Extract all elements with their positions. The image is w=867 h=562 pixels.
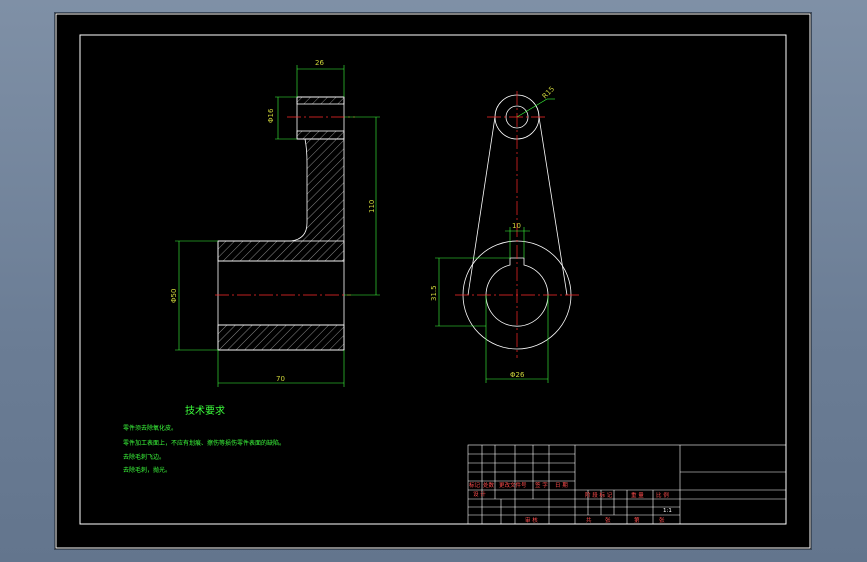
dim-hub-diameter: Φ50 [170,289,178,303]
title-block-label: 处数 [483,481,495,489]
tech-requirement-line: 去除毛刺，抛光。 [123,466,171,474]
title-block-stage: 阶 段 标 记 [585,491,613,499]
title-block-stage: 重 量 [631,491,644,499]
dim-top-diameter: Φ16 [267,108,275,123]
title-block-label: 日 期 [555,482,568,489]
title-block-sheets: 第 [634,516,640,524]
dim-bore: Φ26 [510,371,525,379]
title-block-label: 标记 [469,481,481,489]
title-block-design: 设 计 [473,490,486,498]
tech-requirement-line: 零件须去除氧化皮。 [123,424,177,432]
drawing-window[interactable]: 26 Φ16 110 Φ50 70 R15 10 31.5 Φ26 技术要求 零… [55,13,811,549]
title-block-review: 审 核 [525,516,538,524]
front-dimension-lines [435,98,555,383]
dim-key-depth: 31.5 [430,285,438,301]
title-block-sheets: 张 [659,516,665,524]
tech-requirements-title: 技术要求 [185,404,225,417]
title-block-label: 签 字 [535,481,548,489]
dim-height: 110 [368,200,376,213]
cad-drawing-canvas[interactable]: 26 Φ16 110 Φ50 70 R15 10 31.5 Φ26 技术要求 零… [55,13,811,549]
title-block-sheets: 共 [586,516,592,524]
dim-radius: R15 [541,85,556,100]
section-view [217,96,345,351]
dim-keyway: 10 [512,222,521,230]
dim-length: 70 [276,375,285,383]
title-block-scale: 1:1 [663,508,672,514]
tech-requirement-line: 零件加工表面上，不应有划痕、擦伤等损伤零件表面的缺陷。 [123,439,285,447]
dim-top-width: 26 [315,59,324,67]
title-block-sheets: 张 [605,516,611,524]
title-block-label: 更改文件号 [499,481,527,489]
tech-requirement-line: 去除毛刺飞边。 [123,453,165,461]
title-block-stage: 比 例 [656,491,669,499]
